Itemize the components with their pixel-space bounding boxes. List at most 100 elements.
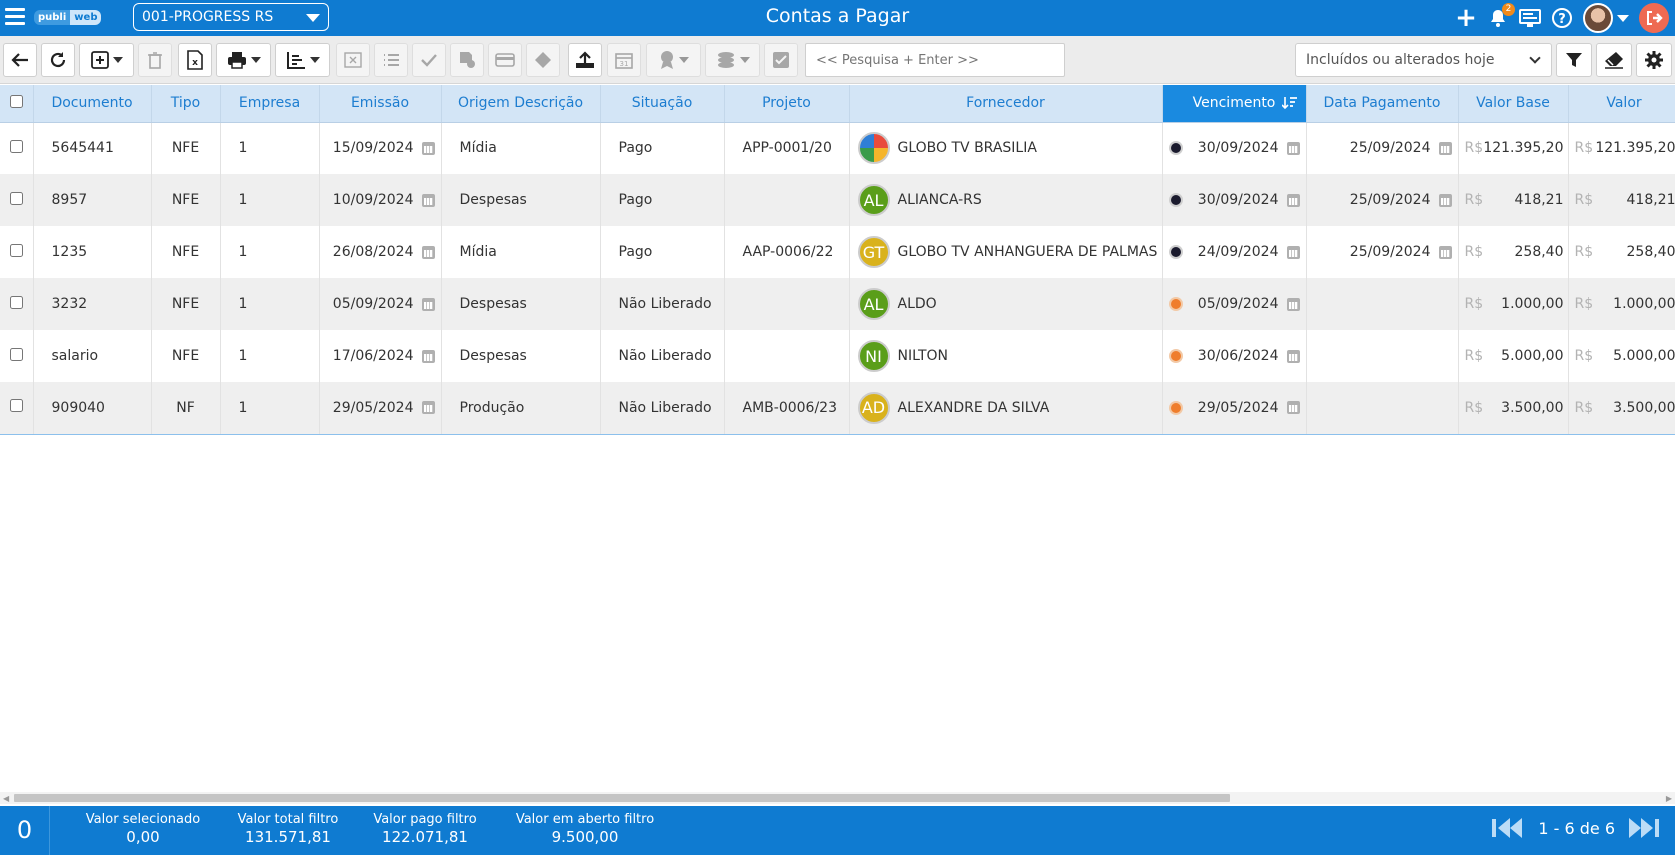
calendar-icon[interactable]	[421, 245, 435, 259]
status-dot-icon	[1170, 247, 1181, 257]
document-money-icon[interactable]	[450, 43, 484, 77]
column-header-sorted[interactable]: Vencimento	[1162, 85, 1307, 123]
help-icon[interactable]: ?	[1551, 7, 1573, 29]
checkbox-icon[interactable]	[764, 43, 798, 77]
filter-button[interactable]	[1556, 43, 1592, 77]
eraser-button[interactable]	[1596, 43, 1632, 77]
select-all-checkbox[interactable]	[9, 94, 23, 108]
table-row[interactable]: salario NFE 1 17/06/2024 Despesas Não Liberad…	[0, 330, 1675, 382]
horizontal-scrollbar[interactable]: ◀ ▶	[0, 792, 1675, 804]
refresh-button[interactable]	[41, 43, 75, 77]
origin-cell: Despesas	[441, 174, 601, 226]
currency-symbol: R$	[1574, 192, 1594, 208]
calendar-icon[interactable]	[421, 401, 435, 415]
bell-icon[interactable]: 2	[1487, 3, 1515, 29]
chevron-down-icon[interactable]	[309, 57, 320, 63]
chevron-down-icon[interactable]	[678, 57, 689, 63]
column-header[interactable]: Empresa	[220, 85, 320, 123]
calendar-icon[interactable]	[1438, 141, 1452, 155]
column-header[interactable]: Fornecedor	[849, 85, 1163, 123]
table-row[interactable]: 909040 NF 1 29/05/2024 Produção Não Liberado A…	[0, 382, 1675, 435]
due-date-cell: 05/09/2024	[1162, 278, 1307, 330]
due-date-cell: 29/05/2024	[1162, 382, 1307, 435]
last-page-icon[interactable]	[1627, 817, 1661, 839]
column-header[interactable]: Tipo	[151, 85, 221, 123]
award-icon[interactable]	[646, 43, 701, 77]
column-header[interactable]: Valor	[1568, 85, 1675, 123]
chart-button[interactable]	[275, 43, 330, 77]
issue-date: 17/06/2024	[332, 348, 414, 364]
row-checkbox[interactable]	[9, 139, 23, 153]
calendar-icon[interactable]	[1286, 297, 1300, 311]
excel-export-button[interactable]: x	[178, 43, 212, 77]
payment-date-cell	[1306, 278, 1459, 330]
row-checkbox[interactable]	[9, 347, 23, 361]
coins-icon[interactable]	[705, 43, 760, 77]
menu-icon[interactable]	[5, 8, 25, 26]
column-header[interactable]: Valor Base	[1458, 85, 1569, 123]
calendar-icon[interactable]	[421, 349, 435, 363]
column-header[interactable]: Emissão	[319, 85, 442, 123]
row-checkbox[interactable]	[9, 243, 23, 257]
calendar-icon[interactable]	[1286, 349, 1300, 363]
approve-button[interactable]	[412, 43, 446, 77]
row-checkbox[interactable]	[9, 191, 23, 205]
chevron-down-icon[interactable]	[1617, 14, 1629, 22]
chevron-down-icon	[306, 14, 320, 22]
chevron-down-icon[interactable]	[112, 57, 123, 63]
calendar-icon[interactable]	[1438, 193, 1452, 207]
calendar-icon[interactable]	[1438, 245, 1452, 259]
logout-icon[interactable]	[1639, 3, 1669, 33]
search-input[interactable]	[805, 43, 1065, 77]
calendar-icon[interactable]	[421, 193, 435, 207]
monitor-icon[interactable]	[1519, 7, 1541, 29]
calendar-icon[interactable]	[421, 141, 435, 155]
row-checkbox[interactable]	[9, 295, 23, 309]
scroll-right-icon[interactable]: ▶	[1666, 794, 1672, 803]
chevron-down-icon[interactable]	[739, 57, 750, 63]
table-row[interactable]: 3232 NFE 1 05/09/2024 Despesas Não Liberado AL…	[0, 278, 1675, 330]
calendar-icon[interactable]	[1286, 141, 1300, 155]
add-button[interactable]	[79, 43, 134, 77]
list-icon[interactable]	[374, 43, 408, 77]
status-cell: Não Liberado	[600, 330, 725, 382]
company-select[interactable]: 001-PROGRESS RS	[133, 3, 329, 31]
app-logo[interactable]: publi web	[34, 5, 102, 29]
chevron-down-icon[interactable]	[250, 57, 261, 63]
column-header[interactable]: Situação	[600, 85, 725, 123]
table-row[interactable]: 5645441 NFE 1 15/09/2024 Mídia Pago APP-0001/2…	[0, 122, 1675, 174]
status-cell: Pago	[600, 226, 725, 278]
column-header[interactable]: Projeto	[724, 85, 850, 123]
back-button[interactable]	[3, 43, 37, 77]
sort-desc-icon	[1281, 97, 1297, 110]
cancel-button[interactable]	[336, 43, 370, 77]
column-header[interactable]: Origem Descrição	[441, 85, 601, 123]
base-value-cell: R$ 121.395,20	[1458, 122, 1569, 174]
calendar-icon[interactable]	[421, 297, 435, 311]
type-cell: NFE	[151, 226, 221, 278]
diamond-icon[interactable]	[526, 43, 560, 77]
column-header[interactable]: Data Pagamento	[1306, 85, 1459, 123]
row-select-cell	[0, 330, 34, 382]
add-icon[interactable]: +	[1455, 3, 1477, 33]
calendar-icon[interactable]	[1286, 245, 1300, 259]
column-header[interactable]: Documento	[33, 85, 152, 123]
row-checkbox[interactable]	[9, 399, 23, 413]
calendar-icon[interactable]: 31	[607, 43, 641, 77]
scroll-left-icon[interactable]: ◀	[3, 794, 9, 803]
value-cell: R$ 5.000,00	[1568, 330, 1675, 382]
calendar-icon[interactable]	[1286, 193, 1300, 207]
upload-button[interactable]	[568, 43, 602, 77]
print-button[interactable]	[216, 43, 271, 77]
table-row[interactable]: 1235 NFE 1 26/08/2024 Mídia Pago AAP-0006/22 GT…	[0, 226, 1675, 278]
calendar-icon[interactable]	[1286, 401, 1300, 415]
delete-button[interactable]	[138, 43, 172, 77]
table-row[interactable]: 8957 NFE 1 10/09/2024 Despesas Pago AL ALIANCA-…	[0, 174, 1675, 226]
period-filter-select[interactable]: Incluídos ou alterados hoje	[1295, 43, 1552, 77]
issue-date: 15/09/2024	[332, 140, 414, 157]
first-page-icon[interactable]	[1492, 817, 1526, 839]
user-avatar[interactable]	[1583, 3, 1613, 33]
settings-button[interactable]	[1636, 43, 1672, 77]
credit-card-icon[interactable]	[488, 43, 522, 77]
scrollbar-thumb[interactable]	[14, 794, 1230, 802]
